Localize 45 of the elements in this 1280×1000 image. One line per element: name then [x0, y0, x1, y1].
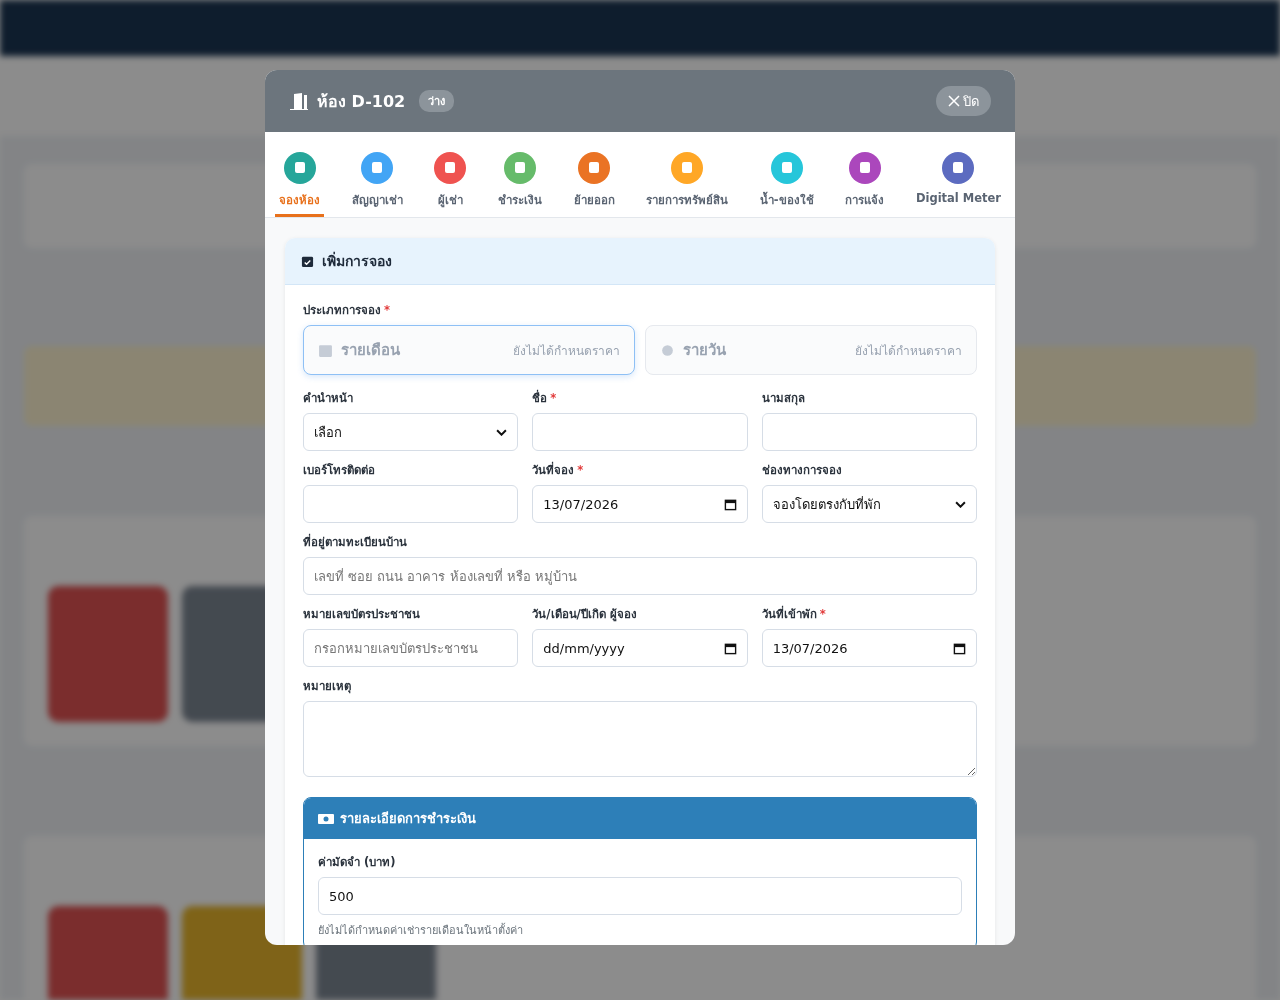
door-icon: [289, 92, 309, 110]
field-label: นามสกุล: [761, 390, 805, 407]
field-label: คำนำหน้า: [303, 390, 353, 407]
field-label: วันที่เข้าพัก *: [761, 605, 826, 623]
notes-field[interactable]: [303, 701, 977, 777]
tab[interactable]: Digital Meter: [911, 132, 1005, 217]
dialog-title: ห้อง D-102: [317, 90, 406, 113]
deposit-field[interactable]: 500: [318, 877, 962, 915]
select-field[interactable]: เลือก: [303, 413, 519, 451]
field-label: ประเภทการจอง *: [303, 302, 390, 319]
tab[interactable]: การแจ้ง: [841, 132, 889, 217]
tab[interactable]: จองห้อง: [275, 132, 324, 217]
help-text: ยังไม่ได้กำหนดค่าเช่ารายเดือนในหน้าตั้งค่า: [318, 922, 523, 939]
input-field[interactable]: กรอกหมายเลขบัตรประชาชน: [303, 629, 519, 667]
date-field[interactable]: 13/07/2026: [532, 485, 748, 523]
select-field[interactable]: จองโดยตรงกับที่พัก: [761, 485, 977, 523]
field-label: วันที่จอง *: [532, 461, 584, 479]
field-label: ชื่อ *: [532, 389, 557, 407]
field-label: วัน/เดือน/ปีเกิด ผู้จอง: [532, 606, 637, 623]
tab[interactable]: รายการทรัพย์สิน: [642, 132, 733, 217]
field-label: ช่องทางการจอง: [761, 462, 842, 479]
calendar-check-icon: [301, 254, 314, 268]
tab[interactable]: สัญญาเช่า: [347, 132, 407, 217]
payment-title: รายละเอียดการชำระเงิน: [340, 810, 476, 828]
tab[interactable]: ย้ายออก: [569, 132, 619, 217]
tab[interactable]: ชำระเงิน: [493, 132, 546, 217]
banknote-icon: [318, 812, 334, 825]
tab[interactable]: ผู้เช่า: [430, 132, 471, 217]
close-icon: [948, 95, 960, 107]
field-label: ค่ามัดจำ (บาท): [318, 854, 396, 871]
field-label: เบอร์โทรติดต่อ: [303, 462, 375, 479]
date-field[interactable]: 13/07/2026: [761, 629, 977, 667]
input-field[interactable]: [303, 485, 519, 523]
field-label: หมายเลขบัตรประชาชน: [303, 606, 420, 623]
field-label: หมายเหตุ: [303, 678, 351, 695]
tab[interactable]: น้ำ-ของใช้: [755, 132, 818, 217]
field-label: ที่อยู่ตามทะเบียนบ้าน: [303, 533, 407, 551]
card-title: เพิ่มการจอง: [322, 250, 392, 271]
input-field[interactable]: [532, 413, 748, 451]
input-field[interactable]: [761, 413, 977, 451]
input-field[interactable]: เลขที่ ซอย ถนน อาคาร ห้องเลขที่ หรือ หมู่บ้าน: [303, 557, 977, 595]
date-field[interactable]: dd/mm/yyyy: [532, 629, 748, 667]
status-badge: ว่าง: [419, 90, 455, 112]
chevron-down-icon: [496, 428, 508, 436]
chevron-down-icon: [955, 500, 966, 508]
